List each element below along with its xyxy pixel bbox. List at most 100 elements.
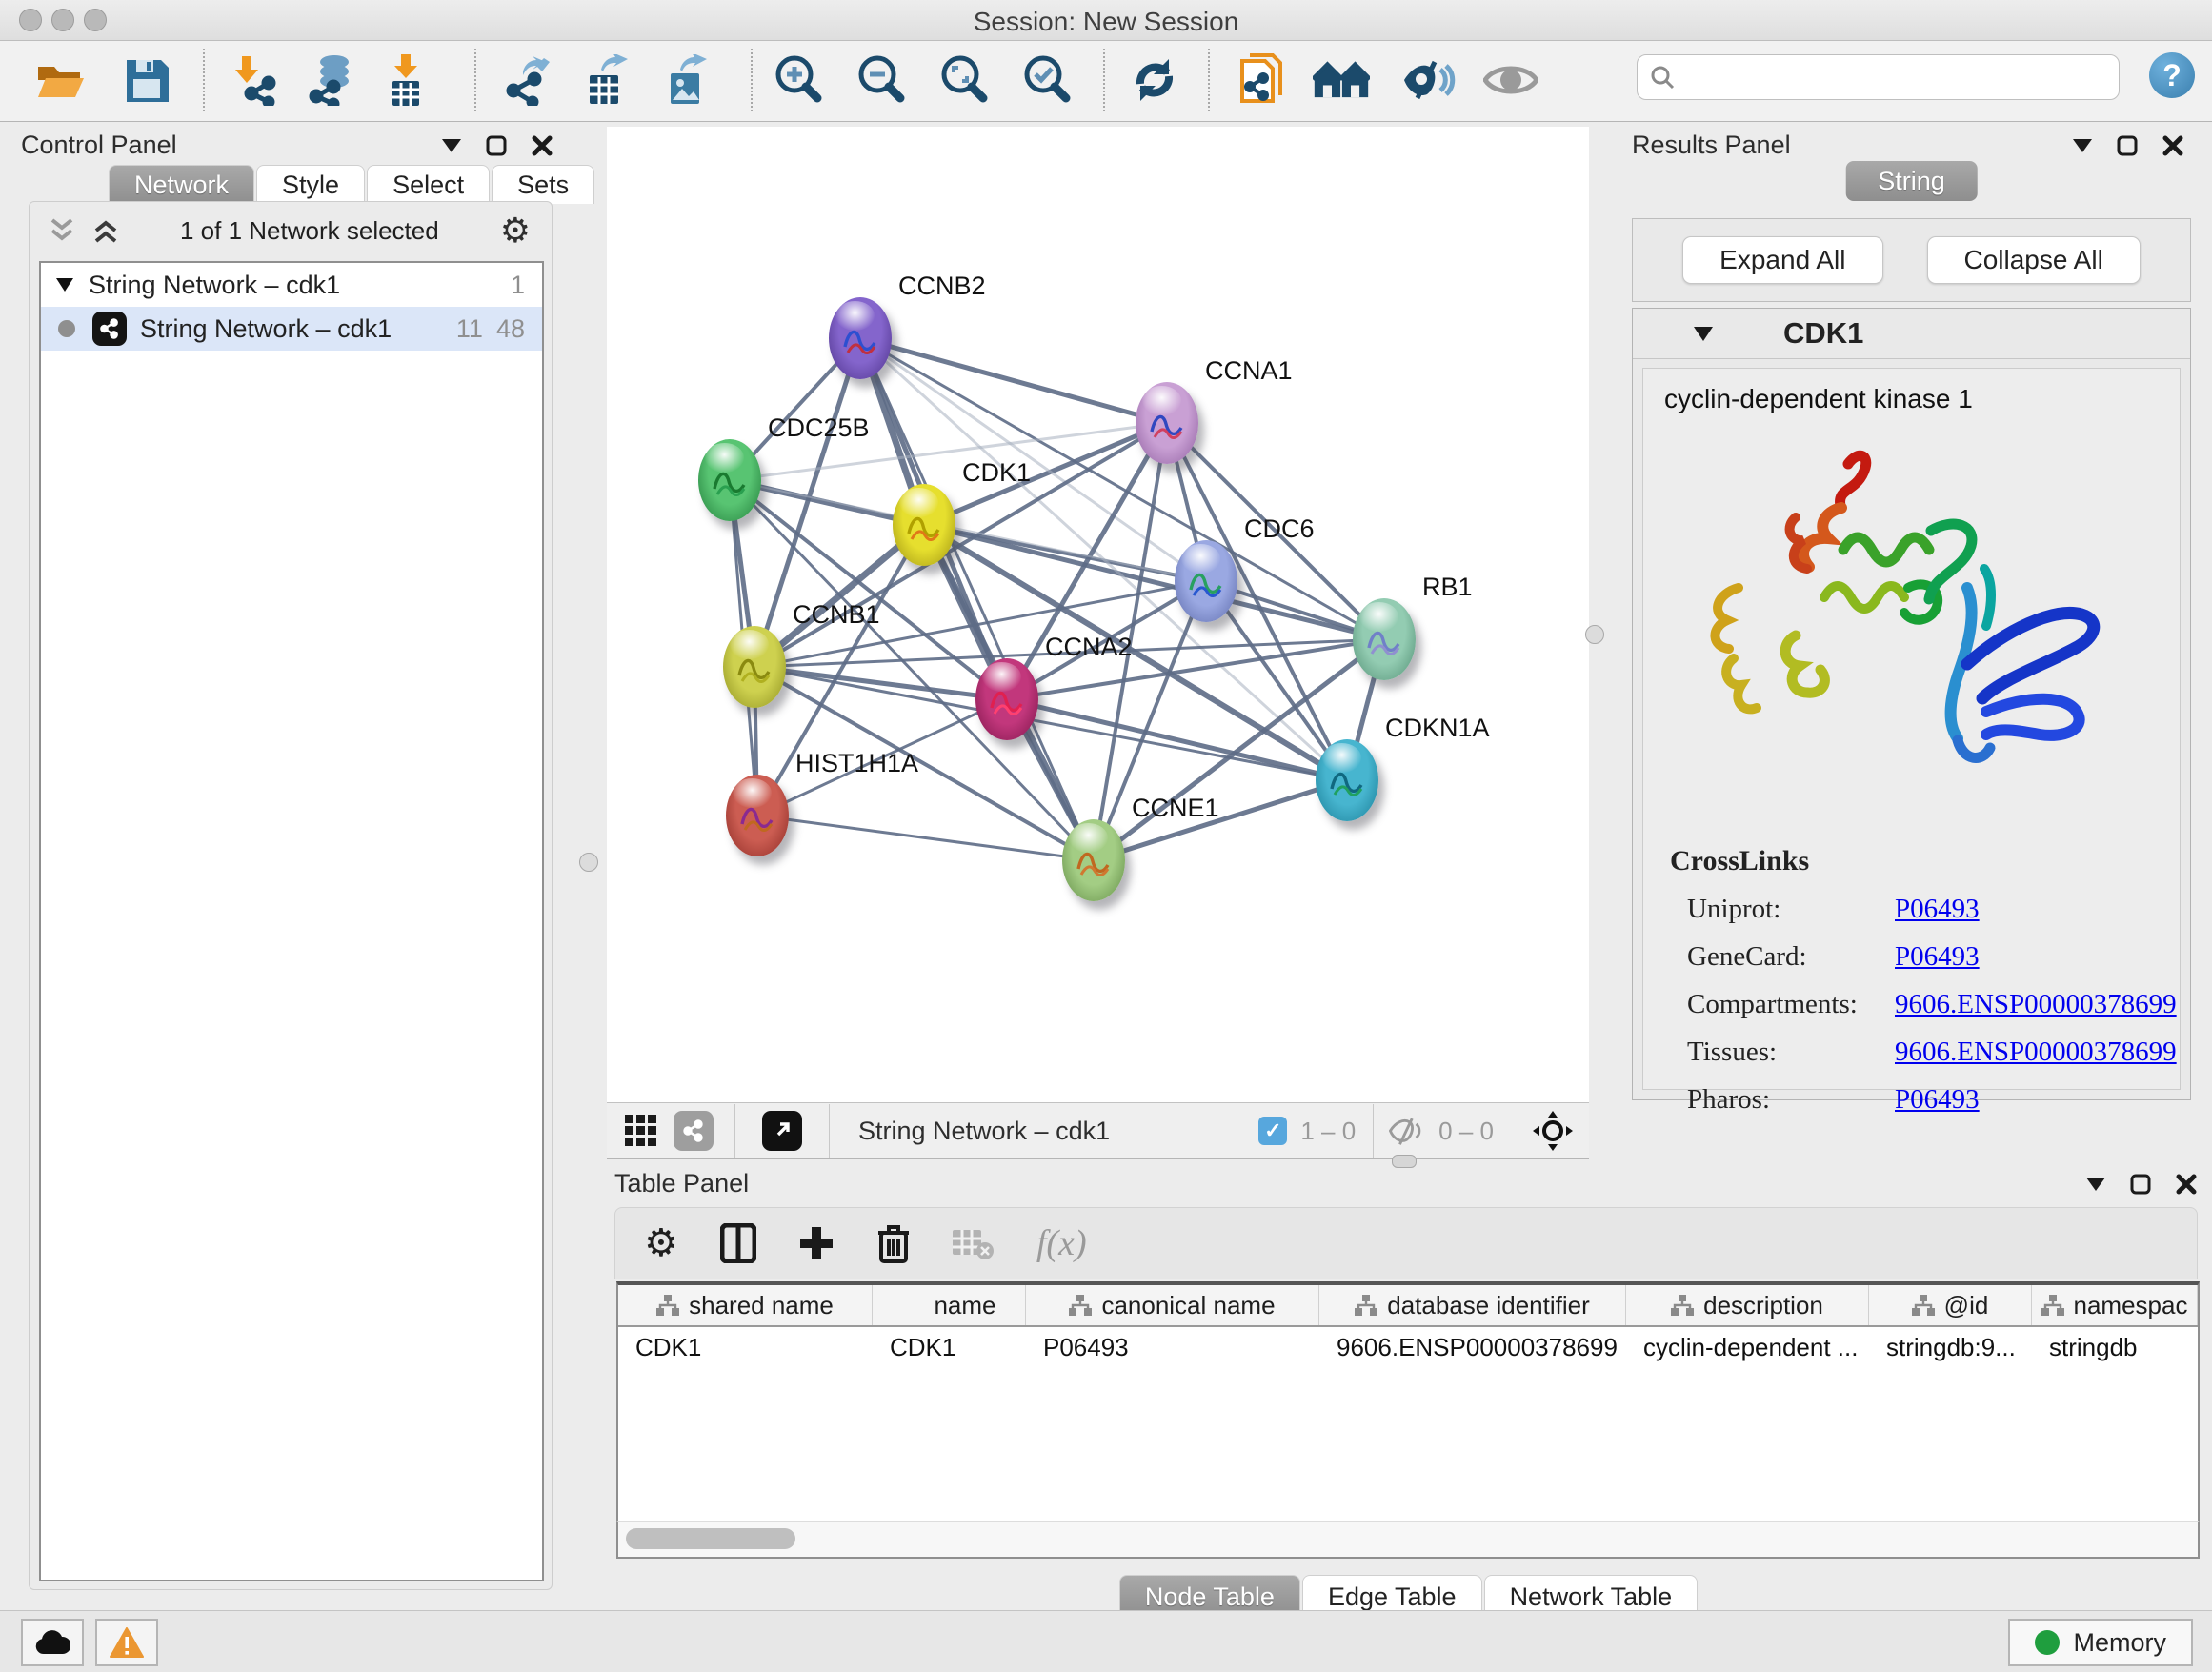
network-options-gear-icon[interactable]: ⚙	[500, 212, 531, 251]
protein-thumbnail	[734, 647, 774, 689]
export-image-button[interactable]	[657, 50, 714, 110]
table-cell[interactable]: stringdb	[2032, 1327, 2198, 1367]
table-options-gear-icon[interactable]: ⚙	[644, 1221, 678, 1265]
maximize-panel-icon[interactable]	[486, 135, 507, 156]
network-node-cdc25b[interactable]	[698, 439, 761, 521]
table-cell[interactable]: CDK1	[873, 1327, 1026, 1367]
string-protein-query-button[interactable]	[1233, 50, 1290, 110]
expand-all-button[interactable]: Expand All	[1682, 236, 1882, 284]
import-network-from-database-button[interactable]	[301, 50, 358, 110]
import-table-button[interactable]	[377, 50, 434, 110]
crosslink-link[interactable]: P06493	[1895, 894, 1980, 925]
node-table[interactable]: shared namename canonical name database …	[616, 1281, 2200, 1525]
collapse-all-networks-icon[interactable]	[49, 218, 75, 243]
crosslink-link[interactable]: 9606.ENSP00000378699	[1895, 989, 2177, 1020]
network-node-ccnb2[interactable]	[829, 297, 892, 379]
tab-sets[interactable]: Sets	[492, 165, 594, 204]
crosslink-link[interactable]: 9606.ENSP00000378699	[1895, 1037, 2177, 1068]
network-node-rb1[interactable]	[1353, 598, 1416, 680]
network-view-type-icon[interactable]	[674, 1111, 714, 1151]
memory-button[interactable]: Memory	[2008, 1619, 2193, 1666]
show-columns-icon[interactable]	[720, 1223, 756, 1263]
warnings-button[interactable]	[95, 1619, 158, 1666]
table-cell[interactable]: P06493	[1026, 1327, 1319, 1367]
table-cell[interactable]: cyclin-dependent ...	[1626, 1327, 1869, 1367]
tab-string[interactable]: String	[1845, 161, 1978, 201]
network-node-ccna1[interactable]	[1136, 382, 1198, 464]
save-session-button[interactable]	[118, 50, 175, 110]
close-panel-icon[interactable]	[2162, 135, 2183, 156]
grid-view-icon[interactable]	[624, 1114, 658, 1148]
close-panel-icon[interactable]	[2176, 1174, 2197, 1195]
column-header[interactable]: shared name	[618, 1285, 873, 1325]
tab-network[interactable]: Network	[109, 165, 254, 204]
add-column-icon[interactable]	[798, 1225, 835, 1261]
zoom-out-button[interactable]	[853, 50, 910, 110]
scrollbar-thumb[interactable]	[626, 1528, 795, 1549]
apply-layout-button[interactable]	[1126, 50, 1183, 110]
fit-content-crosshair-icon[interactable]	[1532, 1110, 1574, 1152]
cloud-status-button[interactable]	[21, 1619, 84, 1666]
network-node-cdc6[interactable]	[1175, 540, 1237, 622]
crosslink-link[interactable]: P06493	[1895, 1084, 1980, 1116]
network-node-ccna2[interactable]	[975, 658, 1038, 740]
tab-style[interactable]: Style	[256, 165, 365, 204]
export-table-button[interactable]	[576, 50, 633, 110]
table-panel-title: Table Panel	[614, 1169, 749, 1199]
network-node-ccne1[interactable]	[1062, 819, 1125, 901]
network-collection-row[interactable]: String Network – cdk1 1	[41, 263, 542, 307]
node-label-ccna2: CCNA2	[1045, 633, 1133, 662]
section-collapse-icon[interactable]	[1694, 327, 1713, 341]
float-panel-icon[interactable]	[2086, 1178, 2105, 1191]
collapse-all-button[interactable]: Collapse All	[1927, 236, 2141, 284]
table-cell[interactable]: 9606.ENSP00000378699	[1319, 1327, 1626, 1367]
column-header[interactable]: @id	[1869, 1285, 2032, 1325]
selected-nodes-checkbox[interactable]: ✓	[1258, 1117, 1287, 1145]
float-panel-icon[interactable]	[442, 139, 461, 152]
detach-view-icon[interactable]	[762, 1111, 802, 1151]
hide-labels-button[interactable]	[1400, 50, 1458, 110]
node-label-rb1: RB1	[1422, 573, 1473, 602]
search-input[interactable]	[1685, 62, 2119, 93]
import-network-button[interactable]	[227, 50, 284, 110]
collection-expand-icon[interactable]	[56, 278, 73, 292]
tab-select[interactable]: Select	[367, 165, 490, 204]
close-panel-icon[interactable]	[532, 135, 553, 156]
zoom-in-button[interactable]	[770, 50, 827, 110]
network-row[interactable]: String Network – cdk1 11 48	[41, 307, 542, 351]
column-header[interactable]: canonical name	[1026, 1285, 1319, 1325]
maximize-panel-icon[interactable]	[2117, 135, 2138, 156]
column-header[interactable]: description	[1626, 1285, 1869, 1325]
network-node-cdkn1a[interactable]	[1316, 739, 1378, 821]
network-canvas[interactable]: CCNB2 CCNA1 CDC25B CDK1 CDC6 RB1 CCNB1 C…	[607, 127, 1589, 1102]
open-session-button[interactable]	[32, 50, 90, 110]
zoom-fit-button[interactable]	[935, 50, 993, 110]
zoom-selected-button[interactable]	[1018, 50, 1076, 110]
show-graphics-details-button[interactable]	[1482, 50, 1539, 110]
table-horizontal-scrollbar[interactable]	[616, 1521, 2200, 1559]
home-button[interactable]	[1313, 50, 1370, 110]
results-button-box: Expand All Collapse All	[1632, 218, 2191, 302]
bottom-splitter-handle[interactable]	[1392, 1155, 1417, 1168]
left-splitter-handle[interactable]	[579, 853, 598, 872]
expand-all-networks-icon[interactable]	[92, 218, 119, 243]
column-header[interactable]: namespac	[2032, 1285, 2198, 1325]
table-cell[interactable]: CDK1	[618, 1327, 873, 1367]
export-network-button[interactable]	[498, 50, 555, 110]
help-button[interactable]: ?	[2149, 52, 2195, 98]
table-row[interactable]: CDK1CDK1P064939606.ENSP00000378699cyclin…	[618, 1327, 2198, 1367]
column-header[interactable]: name	[873, 1285, 1026, 1325]
network-node-ccnb1[interactable]	[723, 626, 786, 708]
right-splitter-handle[interactable]	[1585, 625, 1604, 644]
crosslink-row: GeneCard: P06493	[1670, 941, 2177, 973]
column-header[interactable]: database identifier	[1319, 1285, 1626, 1325]
crosslink-label: Pharos:	[1687, 1084, 1895, 1116]
network-node-hist1h1a[interactable]	[726, 775, 789, 856]
maximize-panel-icon[interactable]	[2130, 1174, 2151, 1195]
delete-column-icon[interactable]	[876, 1223, 911, 1263]
table-cell[interactable]: stringdb:9...	[1869, 1327, 2032, 1367]
search-field[interactable]	[1637, 54, 2120, 100]
network-node-cdk1[interactable]	[893, 484, 955, 566]
crosslink-link[interactable]: P06493	[1895, 941, 1980, 973]
float-panel-icon[interactable]	[2073, 139, 2092, 152]
